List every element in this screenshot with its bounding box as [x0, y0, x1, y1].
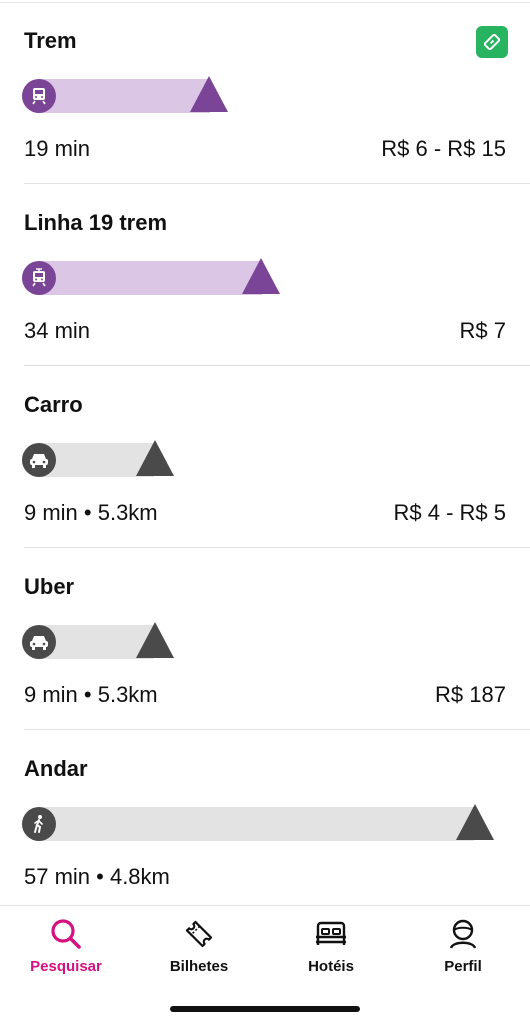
duration-bar-fill	[22, 807, 474, 841]
route-duration: 9 min • 5.3km	[24, 682, 158, 707]
tab-bilhetes[interactable]: Bilhetes	[133, 916, 265, 978]
train-icon	[22, 79, 56, 113]
profile-icon	[445, 916, 481, 952]
route-option-trem[interactable]: Trem 19 min R$ 6 - R$ 15	[0, 2, 530, 184]
route-duration: 19 min	[24, 136, 91, 161]
walking-icon	[22, 807, 56, 841]
route-price: R$ 187	[435, 682, 506, 707]
tab-label: Pesquisar	[30, 958, 102, 975]
tab-label: Hotéis	[308, 958, 354, 975]
bottom-tab-bar: Pesquisar Bilhetes Hotéis Perfil	[0, 905, 530, 1023]
route-price: R$ 4 - R$ 5	[393, 500, 507, 525]
home-indicator[interactable]	[170, 1006, 360, 1012]
duration-marker	[136, 440, 174, 476]
route-options-list: Trem 19 min R$ 6 - R$ 15 Linha 19 trem 3…	[0, 0, 530, 905]
duration-marker	[190, 76, 228, 112]
route-price: R$ 7	[459, 318, 506, 343]
tab-label: Perfil	[444, 958, 482, 975]
route-option-andar[interactable]: Andar 57 min • 4.8km	[0, 730, 530, 905]
bed-icon	[313, 916, 349, 952]
car-icon	[22, 443, 56, 477]
tab-hoteis[interactable]: Hotéis	[265, 916, 397, 978]
ticket-icon[interactable]	[476, 26, 508, 58]
route-option-uber[interactable]: Uber 9 min • 5.3km R$ 187	[0, 548, 530, 730]
car-icon	[22, 625, 56, 659]
tab-label: Bilhetes	[169, 958, 229, 975]
route-option-linha-19-trem[interactable]: Linha 19 trem 34 min R$ 7	[0, 184, 530, 366]
route-duration: 34 min	[24, 318, 91, 343]
route-price: R$ 6 - R$ 15	[381, 136, 506, 161]
search-icon	[48, 916, 84, 952]
duration-bar-fill	[22, 261, 262, 295]
route-title: Carro	[24, 392, 83, 417]
duration-marker	[136, 622, 174, 658]
route-title: Uber	[24, 574, 75, 599]
route-option-carro[interactable]: Carro 9 min • 5.3km R$ 4 - R$ 5	[0, 366, 530, 548]
tab-pesquisar[interactable]: Pesquisar	[0, 916, 132, 978]
route-duration: 57 min • 4.8km	[24, 864, 170, 889]
ticket-icon	[181, 916, 217, 952]
route-title: Linha 19 trem	[24, 210, 168, 235]
duration-marker	[242, 258, 280, 294]
route-duration: 9 min • 5.3km	[24, 500, 158, 525]
tram-icon	[22, 261, 56, 295]
duration-marker	[456, 804, 494, 840]
tab-perfil[interactable]: Perfil	[397, 916, 529, 978]
route-title: Andar	[24, 756, 88, 781]
route-title: Trem	[24, 28, 77, 53]
